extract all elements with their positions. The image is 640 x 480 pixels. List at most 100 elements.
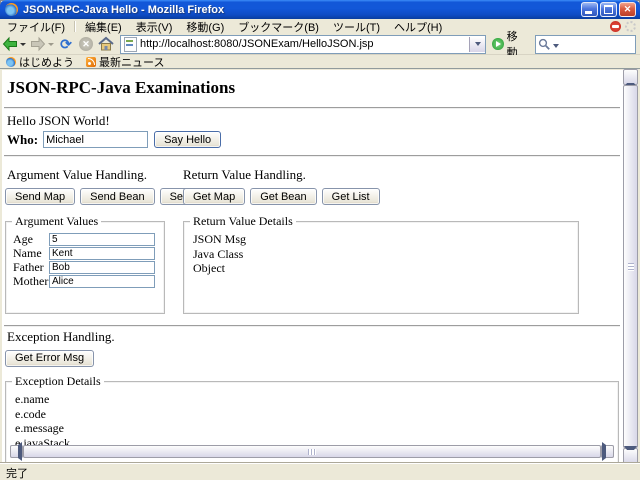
field-row: Father: [13, 260, 44, 274]
blocked-popup-icon[interactable]: [610, 21, 621, 32]
home-button[interactable]: [96, 35, 116, 53]
close-button[interactable]: [619, 2, 636, 17]
minimize-button[interactable]: [581, 2, 598, 17]
stop-button[interactable]: ✕: [76, 35, 96, 53]
back-arrow-icon: [2, 36, 18, 52]
exception-line-name: e.name: [15, 392, 70, 407]
get-bean-button[interactable]: Get Bean: [250, 188, 316, 205]
divider: [4, 107, 620, 109]
who-input[interactable]: [43, 131, 148, 148]
forward-button[interactable]: [28, 35, 56, 53]
fieldset-legend: Exception Details: [12, 374, 104, 388]
forward-dropdown-caret[interactable]: [48, 43, 54, 46]
status-bar: 完了: [0, 463, 640, 480]
field-label: Age: [13, 232, 33, 247]
horizontal-scrollbar[interactable]: [10, 445, 614, 458]
field-row: Age: [13, 232, 33, 246]
exception-section-title: Exception Handling.: [7, 329, 115, 345]
content-area: JSON-RPC-Java Examinations Hello JSON Wo…: [0, 68, 640, 463]
divider: [4, 325, 620, 327]
navigation-toolbar: ⟳ ✕ http://localhost:8080/JSONExam/Hello…: [0, 34, 640, 55]
firefox-bookmark-icon: [6, 57, 16, 67]
window-title: JSON-RPC-Java Hello - Mozilla Firefox: [23, 4, 581, 16]
title-bar[interactable]: JSON-RPC-Java Hello - Mozilla Firefox: [0, 0, 640, 19]
forward-arrow-icon: [30, 36, 46, 52]
exception-line-code: e.code: [15, 407, 70, 422]
scroll-up-button[interactable]: [623, 69, 638, 85]
chevron-down-icon: [475, 42, 481, 46]
reload-icon: ⟳: [58, 36, 74, 52]
exception-buttons: Get Error Msg: [5, 349, 94, 367]
father-input[interactable]: [49, 261, 155, 274]
return-section-title: Return Value Handling.: [183, 167, 306, 183]
search-icon: [538, 38, 551, 51]
throbber-icon: [625, 21, 636, 32]
menu-go[interactable]: 移動(G): [179, 18, 231, 36]
firefox-app-icon: [5, 3, 18, 16]
age-input[interactable]: [49, 233, 155, 246]
return-line-json-msg: JSON Msg: [193, 232, 246, 247]
url-dropdown-button[interactable]: [469, 37, 485, 52]
return-value-details-fieldset: Return Value Details JSON Msg Java Class…: [183, 221, 579, 314]
menu-view[interactable]: 表示(V): [129, 18, 180, 36]
mother-input[interactable]: [49, 275, 155, 288]
restore-button[interactable]: [600, 2, 617, 17]
hello-world-text: Hello JSON World!: [7, 113, 110, 129]
who-row: Who: Say Hello: [7, 131, 221, 148]
return-detail-lines: JSON Msg Java Class Object: [193, 232, 246, 276]
horizontal-scroll-thumb[interactable]: [23, 445, 601, 458]
browser-window: JSON-RPC-Java Hello - Mozilla Firefox ファ…: [0, 0, 640, 480]
menu-bookmarks[interactable]: ブックマーク(B): [231, 18, 326, 36]
menu-tools[interactable]: ツール(T): [326, 18, 387, 36]
field-label: Father: [13, 260, 44, 275]
bookmarks-toolbar: はじめよう 最新ニュース: [0, 55, 640, 69]
menu-file[interactable]: ファイル(F): [0, 18, 72, 36]
search-engine-caret[interactable]: [553, 44, 559, 48]
menu-bar: ファイル(F) 編集(E) 表示(V) 移動(G) ブックマーク(B) ツール(…: [0, 19, 640, 35]
say-hello-button[interactable]: Say Hello: [154, 131, 221, 148]
search-input[interactable]: [535, 35, 636, 54]
fieldset-legend: Return Value Details: [190, 214, 296, 228]
menu-divider: [74, 21, 76, 32]
exception-details-fieldset: Exception Details e.name e.code e.messag…: [5, 381, 619, 463]
go-icon: [492, 38, 503, 50]
bookmark-getting-started[interactable]: はじめよう: [0, 55, 80, 68]
field-row: Mother: [13, 274, 48, 288]
argument-section-title: Argument Value Handling.: [7, 167, 147, 183]
menu-help[interactable]: ヘルプ(H): [387, 18, 449, 36]
scroll-right-button[interactable]: [601, 445, 614, 458]
scroll-left-button[interactable]: [10, 445, 23, 458]
back-dropdown-caret[interactable]: [20, 43, 26, 46]
return-buttons: Get Map Get Bean Get List: [183, 188, 380, 205]
status-text: 完了: [0, 465, 28, 480]
exception-line-message: e.message: [15, 421, 70, 436]
return-line-object: Object: [193, 261, 246, 276]
send-bean-button[interactable]: Send Bean: [80, 188, 154, 205]
back-button[interactable]: [0, 35, 28, 53]
argument-values-fieldset: Argument Values Age Name Father Mother: [5, 221, 165, 314]
livemark-rss-icon: [86, 57, 96, 67]
url-bar[interactable]: http://localhost:8080/JSONExam/HelloJSON…: [120, 35, 486, 54]
send-map-button[interactable]: Send Map: [5, 188, 75, 205]
scroll-down-button[interactable]: [623, 448, 638, 464]
name-input[interactable]: [49, 247, 155, 260]
url-text[interactable]: http://localhost:8080/JSONExam/HelloJSON…: [140, 38, 469, 50]
page-title: JSON-RPC-Java Examinations: [7, 78, 235, 98]
field-label: Mother: [13, 274, 48, 289]
exception-detail-lines: e.name e.code e.message e.javaStack: [15, 392, 70, 450]
get-list-button[interactable]: Get List: [322, 188, 380, 205]
divider: [4, 155, 620, 157]
page-favicon: [124, 37, 137, 52]
get-map-button[interactable]: Get Map: [183, 188, 245, 205]
vertical-scroll-thumb[interactable]: [623, 85, 638, 448]
bookmark-latest-news[interactable]: 最新ニュース: [80, 55, 170, 68]
get-error-msg-button[interactable]: Get Error Msg: [5, 350, 94, 367]
home-icon: [98, 36, 114, 52]
menu-edit[interactable]: 編集(E): [78, 18, 129, 36]
fieldset-legend: Argument Values: [12, 214, 101, 228]
field-row: Name: [13, 246, 42, 260]
field-label: Name: [13, 246, 42, 261]
vertical-scrollbar[interactable]: [623, 69, 638, 464]
return-line-java-class: Java Class: [193, 247, 246, 262]
reload-button[interactable]: ⟳: [56, 35, 76, 53]
